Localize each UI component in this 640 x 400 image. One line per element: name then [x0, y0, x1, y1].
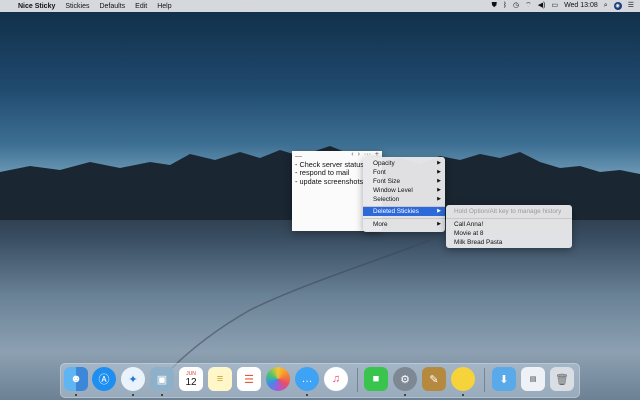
submenu-arrow-icon: ▶: [437, 196, 441, 202]
timer-icon[interactable]: ◷: [513, 0, 519, 12]
shield-icon[interactable]: ⛊: [492, 0, 497, 12]
menu-item-font[interactable]: Font ▶: [363, 168, 445, 177]
running-indicator: [161, 394, 163, 396]
menu-item-label: Selection: [373, 196, 400, 203]
context-menu: Opacity ▶ Font ▶ Font Size ▶ Window Leve…: [363, 157, 445, 232]
menu-help[interactable]: Help: [157, 3, 171, 10]
system-preferences-icon[interactable]: ⚙: [393, 367, 417, 391]
messages-icon[interactable]: …: [295, 367, 319, 391]
menu-item-deleted-stickies[interactable]: Deleted Stickies ▶: [363, 207, 445, 216]
next-icon[interactable]: ›: [358, 151, 360, 158]
running-indicator: [404, 394, 406, 396]
photos-icon[interactable]: [266, 367, 290, 391]
user-avatar-icon[interactable]: ◉: [613, 2, 622, 10]
volume-icon[interactable]: ◀): [538, 0, 546, 12]
submenu-hint: Hold Option/Alt key to manage history: [454, 208, 562, 215]
reminders-icon[interactable]: ☰: [237, 367, 261, 391]
sticky-close-icon[interactable]: —: [295, 153, 302, 160]
deleted-stickies-submenu: Hold Option/Alt key to manage history Ca…: [446, 205, 572, 248]
menu-separator: [446, 218, 572, 219]
status-area: ⛊ ᛒ ◷ ⌔ ◀) ▭ Wed 13:08 ⌕ ◉ ☰: [492, 0, 634, 12]
menu-item-font-size[interactable]: Font Size ▶: [363, 177, 445, 186]
menu-item-more[interactable]: More ▶: [363, 220, 445, 229]
submenu-arrow-icon: ▶: [437, 169, 441, 175]
notification-center-icon[interactable]: ☰: [628, 0, 634, 12]
trash-icon[interactable]: 🗑: [550, 367, 574, 391]
menu-bar: Nice Sticky Stickies Defaults Edit Help …: [0, 0, 640, 12]
wifi-icon[interactable]: ⌔: [525, 0, 532, 12]
deleted-sticky-item[interactable]: Call Anna!: [454, 220, 483, 229]
desktop-screenshot-icon[interactable]: ▤: [521, 367, 545, 391]
search-icon[interactable]: ⌕: [604, 0, 608, 12]
finder-icon[interactable]: ☻: [64, 367, 88, 391]
bluetooth-icon[interactable]: ᛒ: [503, 0, 507, 12]
safari-icon[interactable]: ✦: [121, 367, 145, 391]
menu-item-selection[interactable]: Selection ▶: [363, 195, 445, 204]
music-icon[interactable]: ♫: [324, 367, 348, 391]
deleted-sticky-item[interactable]: Movie at 8: [454, 229, 483, 238]
menu-app-name[interactable]: Nice Sticky: [18, 3, 55, 10]
calendar-icon[interactable]: JUN 12: [179, 367, 203, 391]
facetime-icon[interactable]: ■: [364, 367, 388, 391]
notes-icon[interactable]: ≡: [208, 367, 232, 391]
previous-icon[interactable]: ‹: [351, 151, 353, 158]
menu-item-label: Window Level: [373, 187, 413, 194]
menu-item-label: Deleted Stickies: [373, 208, 419, 215]
running-indicator: [132, 394, 134, 396]
menu-item-label: Font: [373, 169, 386, 176]
running-indicator: [75, 394, 77, 396]
menu-item-label: Font Size: [373, 178, 400, 185]
menu-item-window-level[interactable]: Window Level ▶: [363, 186, 445, 195]
image-capture-icon[interactable]: ✎: [422, 367, 446, 391]
submenu-arrow-icon: ▶: [437, 187, 441, 193]
submenu-arrow-icon: ▶: [437, 208, 441, 214]
submenu-arrow-icon: ▶: [437, 160, 441, 166]
preview-icon[interactable]: ▣: [150, 367, 174, 391]
submenu-arrow-icon: ▶: [437, 178, 441, 184]
nice-sticky-icon[interactable]: [451, 367, 475, 391]
menu-item-opacity[interactable]: Opacity ▶: [363, 159, 445, 168]
menu-item-label: Opacity: [373, 160, 395, 167]
menu-separator: [363, 218, 445, 219]
submenu-arrow-icon: ▶: [437, 221, 441, 227]
menu-item-label: More: [373, 221, 388, 228]
dock: ☻ Ⓐ ✦ ▣ JUN 12 ≡ ☰ … ♫ ■ ⚙ ✎ ⬇ ▤ 🗑: [60, 363, 580, 398]
running-indicator: [306, 394, 308, 396]
menu-edit[interactable]: Edit: [135, 3, 147, 10]
running-indicator: [462, 394, 464, 396]
folder-icon[interactable]: ⬇: [492, 367, 516, 391]
deleted-sticky-item[interactable]: Milk Bread Pasta: [454, 238, 502, 247]
menu-defaults[interactable]: Defaults: [99, 3, 125, 10]
menu-stickies[interactable]: Stickies: [65, 3, 89, 10]
dock-divider: [484, 368, 485, 392]
dock-divider: [357, 368, 358, 392]
battery-icon[interactable]: ▭: [551, 0, 558, 12]
app-store-icon[interactable]: Ⓐ: [92, 367, 116, 391]
clock[interactable]: Wed 13:08: [564, 0, 598, 12]
calendar-day: 12: [185, 376, 197, 388]
